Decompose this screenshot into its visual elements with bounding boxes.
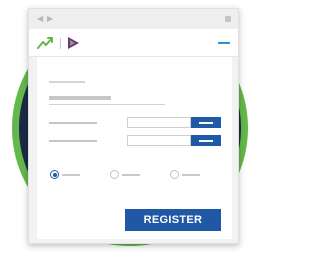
logo-divider <box>60 38 61 49</box>
register-button[interactable]: REGISTER <box>125 209 221 231</box>
illustration-scene: ◀ ▶ REGISTER <box>0 0 255 253</box>
field-action-button[interactable] <box>191 135 221 146</box>
form-title-underline <box>49 104 165 105</box>
hamburger-menu-icon[interactable] <box>218 42 230 44</box>
dash-icon <box>199 121 213 124</box>
window-titlebar: ◀ ▶ <box>29 9 238 29</box>
field-label-placeholder <box>49 140 97 142</box>
registration-form: REGISTER <box>37 57 232 239</box>
text-input[interactable] <box>127 117 191 128</box>
chevron-left-icon[interactable]: ◀ <box>37 15 43 23</box>
field-label-placeholder <box>49 122 97 124</box>
app-header <box>29 29 238 57</box>
chevron-right-icon[interactable]: ▶ <box>47 15 53 23</box>
trend-line-icon <box>37 37 53 49</box>
text-input[interactable] <box>127 135 191 146</box>
dash-icon <box>199 139 213 142</box>
radio-label-placeholder <box>122 174 140 176</box>
browser-window: ◀ ▶ REGISTER <box>28 8 239 244</box>
form-title-placeholder <box>49 96 111 100</box>
window-control-icon[interactable] <box>225 16 231 22</box>
radio-label-placeholder <box>62 174 80 176</box>
radio-label-placeholder <box>182 174 200 176</box>
field-action-button[interactable] <box>191 117 221 128</box>
radio-option[interactable] <box>110 170 119 179</box>
radio-option[interactable] <box>170 170 179 179</box>
radio-option-selected[interactable] <box>50 170 59 179</box>
form-kicker-placeholder <box>49 81 85 83</box>
play-triangle-icon <box>68 37 79 49</box>
